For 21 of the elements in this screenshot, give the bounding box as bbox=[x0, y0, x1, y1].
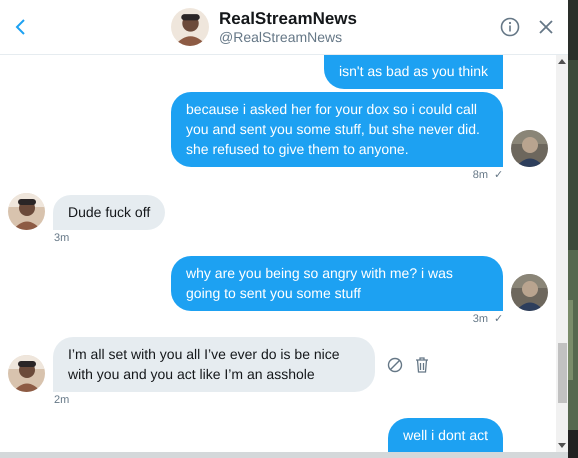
message-time: 8m bbox=[472, 169, 488, 182]
block-icon[interactable] bbox=[387, 356, 403, 372]
trash-icon[interactable] bbox=[415, 356, 429, 372]
sent-status: ✓ bbox=[494, 169, 503, 182]
message-bubble: well i dont act bbox=[388, 418, 503, 452]
info-button[interactable] bbox=[498, 15, 522, 39]
scrollbar[interactable] bbox=[556, 55, 568, 452]
contact-name: RealStreamNews bbox=[219, 9, 357, 29]
message-bubble: I’m all set with you all I’ve ever do is be nice with you and you act like I’m an asshole bbox=[53, 337, 375, 392]
message-bubble: because i asked her for your dox so i could call you and sent you some stuff, but she never did. she refused to give them to anyone. bbox=[171, 92, 503, 167]
message-time: 3m bbox=[54, 232, 70, 245]
scrollbar-thumb[interactable] bbox=[558, 343, 566, 403]
scroll-down-icon[interactable] bbox=[558, 443, 566, 448]
message-time: 3m bbox=[472, 313, 488, 326]
scroll-up-icon[interactable] bbox=[558, 59, 566, 64]
message-bubble: why are you being so angry with me? i was going to sent you some stuff bbox=[171, 256, 503, 311]
message-bubble: Dude fuck off bbox=[53, 195, 166, 230]
contact-handle: @RealStreamNews bbox=[219, 29, 344, 45]
message-bubble: isn't as bad as you think bbox=[324, 55, 503, 89]
message-time: 2m bbox=[54, 394, 70, 407]
sent-status: ✓ bbox=[494, 313, 503, 326]
